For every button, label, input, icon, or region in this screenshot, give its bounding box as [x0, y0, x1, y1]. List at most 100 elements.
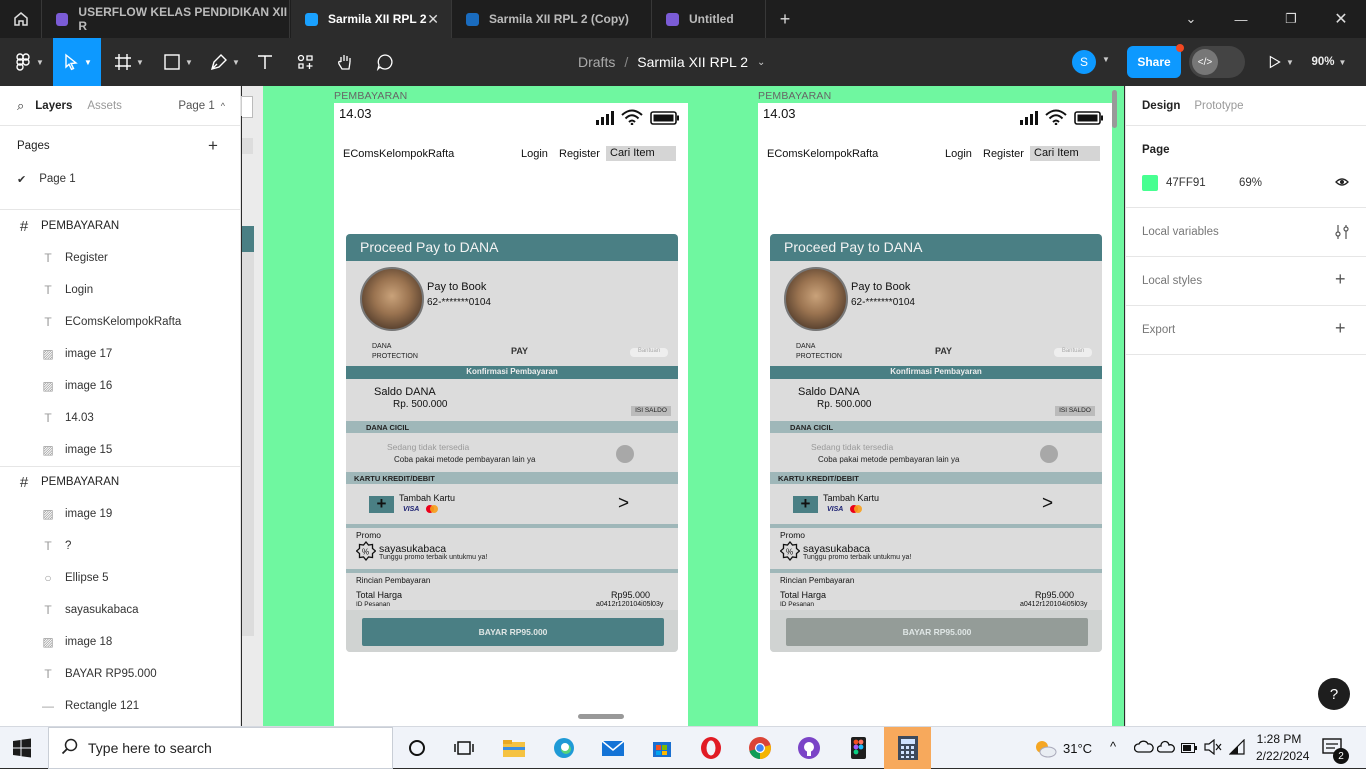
phone-frame[interactable]: PEMBAYARAN 14.03 EComsKelompokRafta Logi…: [334, 86, 688, 726]
layer-row[interactable]: T Register: [0, 242, 241, 274]
add-card-icon[interactable]: +: [793, 495, 818, 513]
layer-row[interactable]: ▨ image 19: [0, 498, 241, 530]
tab-assets[interactable]: Assets: [87, 100, 122, 112]
layer-row[interactable]: ▨ image 18: [0, 626, 241, 658]
local-variables-label[interactable]: Local variables: [1142, 226, 1219, 238]
layer-row[interactable]: ▨ image 15: [0, 434, 241, 466]
vertical-scrollbar[interactable]: [1112, 90, 1117, 128]
cloud-icon[interactable]: [1156, 740, 1175, 757]
volume-icon[interactable]: [1204, 738, 1222, 758]
export-label[interactable]: Export: [1142, 324, 1175, 336]
arrow-right-icon[interactable]: >: [618, 493, 629, 515]
figma-icon[interactable]: [843, 733, 873, 763]
arrow-right-icon[interactable]: >: [1042, 493, 1053, 515]
resources-button[interactable]: [290, 38, 320, 86]
comment-tool-button[interactable]: [370, 38, 400, 86]
opera-icon[interactable]: [696, 733, 726, 763]
add-card-label[interactable]: Tambah Kartu: [399, 493, 455, 503]
task-view-icon[interactable]: [449, 733, 479, 763]
layer-row[interactable]: T Login: [0, 274, 241, 306]
add-card-icon[interactable]: +: [369, 495, 394, 513]
onedrive-icon[interactable]: [1133, 739, 1154, 758]
page-item[interactable]: ✔ Page 1: [0, 163, 241, 195]
github-icon[interactable]: [794, 733, 824, 763]
shape-tool-button[interactable]: ▼: [155, 38, 201, 86]
pay-button[interactable]: BAYAR RP95.000: [786, 618, 1088, 646]
tab-prototype[interactable]: Prototype: [1194, 100, 1243, 112]
local-styles-label[interactable]: Local styles: [1142, 275, 1202, 287]
cortana-icon[interactable]: [402, 733, 432, 763]
tab-layers[interactable]: Layers: [35, 100, 72, 112]
layer-row[interactable]: Tsayasukabaca: [0, 594, 241, 626]
nav-login[interactable]: Login: [945, 148, 972, 160]
file-explorer-icon[interactable]: [499, 733, 529, 763]
wifi-icon[interactable]: [1228, 738, 1247, 758]
frame-tool-button[interactable]: ▼: [106, 38, 152, 86]
add-card-label[interactable]: Tambah Kartu: [823, 493, 879, 503]
close-icon[interactable]: ✕: [427, 11, 439, 28]
edge-icon[interactable]: [549, 733, 579, 763]
cicil-radio[interactable]: [1040, 445, 1058, 463]
present-button[interactable]: ▼: [1262, 38, 1300, 86]
nav-register[interactable]: Register: [559, 148, 600, 160]
weather-icon[interactable]: [1033, 738, 1057, 761]
hand-tool-button[interactable]: [330, 38, 360, 86]
zoom-control[interactable]: 90% ▼: [1304, 38, 1354, 86]
new-tab-button[interactable]: +: [766, 0, 804, 38]
help-pill[interactable]: Bantuan: [1054, 348, 1092, 357]
chevron-down-icon[interactable]: ⌄: [757, 57, 765, 68]
layer-row[interactable]: ▨ image 16: [0, 370, 241, 402]
layer-row[interactable]: T BAYAR RP95.000: [0, 658, 241, 690]
pen-tool-button[interactable]: ▼: [202, 38, 248, 86]
frame-label[interactable]: PEMBAYARAN: [334, 90, 407, 102]
isi-saldo-button[interactable]: ISI SALDO: [1055, 406, 1095, 416]
taskbar-search[interactable]: Type here to search: [48, 727, 393, 769]
help-pill[interactable]: Bantuan: [630, 348, 668, 357]
home-icon[interactable]: [0, 0, 42, 38]
layer-row[interactable]: ○ Ellipse 5: [0, 562, 241, 594]
chrome-icon[interactable]: [745, 733, 775, 763]
layer-row[interactable]: T 14.03: [0, 402, 241, 434]
layer-row[interactable]: T EComsKelompokRafta: [0, 306, 241, 338]
layer-row[interactable]: ▨ image 17: [0, 338, 241, 370]
breadcrumb-drafts[interactable]: Drafts: [578, 54, 615, 70]
tab-sarmila-active[interactable]: Sarmila XII RPL 2 ✕: [291, 0, 452, 38]
chevron-up-icon[interactable]: ^: [1110, 739, 1116, 754]
nav-register[interactable]: Register: [983, 148, 1024, 160]
page-color-swatch[interactable]: [1142, 175, 1158, 191]
search-input[interactable]: Cari Item: [1030, 146, 1100, 161]
tab-untitled[interactable]: Untitled: [652, 0, 766, 38]
layer-row[interactable]: T?: [0, 530, 241, 562]
chevron-down-icon[interactable]: ▼: [1102, 55, 1110, 64]
file-name[interactable]: Sarmila XII RPL 2: [637, 54, 748, 70]
avatar[interactable]: S: [1072, 50, 1096, 74]
tab-userflow[interactable]: USERFLOW KELAS PENDIDIKAN XII R: [42, 0, 290, 38]
calculator-active-app[interactable]: [884, 727, 931, 769]
page-opacity[interactable]: 69%: [1239, 177, 1262, 189]
layer-row[interactable]: # PEMBAYARAN: [0, 466, 241, 498]
frame-label[interactable]: PEMBAYARAN: [758, 90, 831, 102]
clock[interactable]: 1:28 PM 2/22/2024: [1256, 731, 1309, 765]
minimize-button[interactable]: —: [1216, 0, 1266, 38]
sliders-icon[interactable]: [1335, 224, 1349, 243]
layer-row[interactable]: — Rectangle 121: [0, 690, 241, 722]
phone-frame[interactable]: PEMBAYARAN 14.03 EComsKelompokRafta Logi…: [758, 86, 1112, 726]
windows-start-icon[interactable]: [12, 738, 32, 761]
chevron-down-icon[interactable]: ⌄: [1166, 0, 1216, 38]
restore-button[interactable]: ❐: [1266, 0, 1316, 38]
canvas[interactable]: PEMBAYARAN 14.03 EComsKelompokRafta Logi…: [242, 86, 1124, 726]
search-input[interactable]: Cari Item: [606, 146, 676, 161]
search-icon[interactable]: ⌕: [17, 98, 24, 114]
page-color-hex[interactable]: 47FF91: [1166, 177, 1206, 189]
close-window-button[interactable]: ✕: [1316, 0, 1366, 38]
add-style-button[interactable]: +: [1335, 269, 1346, 290]
help-button[interactable]: ?: [1318, 678, 1350, 710]
share-button[interactable]: Share: [1127, 46, 1181, 78]
mail-icon[interactable]: [598, 733, 628, 763]
chevron-up-icon[interactable]: ^: [221, 101, 225, 111]
store-icon[interactable]: [647, 733, 677, 763]
tab-design[interactable]: Design: [1142, 100, 1180, 112]
add-page-button[interactable]: +: [208, 136, 218, 156]
isi-saldo-button[interactable]: ISI SALDO: [631, 406, 671, 416]
page-selector[interactable]: Page 1: [178, 100, 214, 112]
